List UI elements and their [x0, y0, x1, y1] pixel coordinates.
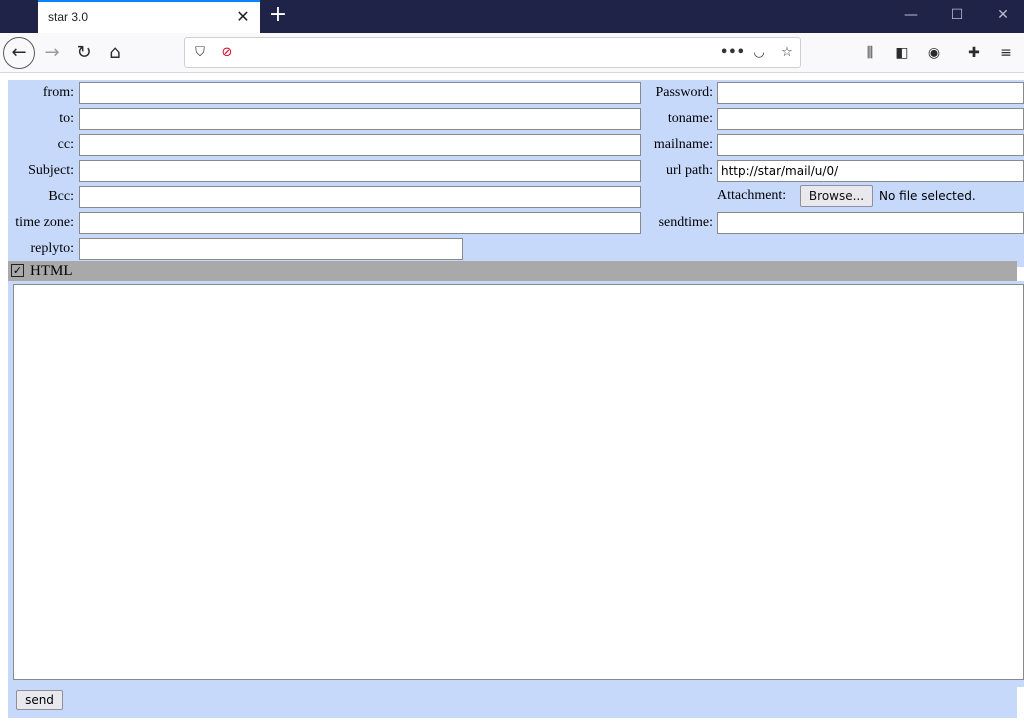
- attachment-status: No file selected.: [879, 189, 976, 203]
- replyto-input[interactable]: [79, 238, 463, 260]
- mailname-input[interactable]: [717, 134, 1024, 156]
- close-icon[interactable]: ✕: [234, 6, 252, 28]
- from-input[interactable]: [79, 82, 641, 104]
- compose-form: from: to: cc: Subject: Bcc: time zone: r…: [8, 80, 1024, 267]
- subject-label: Subject:: [28, 163, 74, 178]
- to-input[interactable]: [79, 108, 641, 130]
- time-zone-input[interactable]: [79, 212, 641, 234]
- gift-icon[interactable]: ✚: [962, 41, 986, 65]
- replyto-label: replyto:: [30, 241, 74, 256]
- url-path-label: url path:: [665, 163, 713, 178]
- maximize-icon[interactable]: ☐: [934, 0, 980, 30]
- password-input[interactable]: [717, 82, 1024, 104]
- from-label: from:: [42, 85, 74, 100]
- cc-input[interactable]: [79, 134, 641, 156]
- sidebar-icon[interactable]: ◧: [890, 41, 914, 65]
- home-icon[interactable]: ⌂: [99, 37, 131, 69]
- tab-title: star 3.0: [48, 10, 89, 24]
- url-bar[interactable]: ⛉ ⊘ ••• ◡ ☆: [184, 37, 801, 68]
- account-icon[interactable]: ◉: [922, 41, 946, 65]
- browser-tab[interactable]: star 3.0 ✕: [38, 0, 260, 33]
- attachment-label: Attachment:: [717, 188, 787, 203]
- time-zone-label: time zone:: [15, 215, 74, 230]
- reload-icon[interactable]: ↻: [68, 37, 100, 69]
- html-toggle-bar: ✓ HTML: [8, 261, 1017, 281]
- menu-icon[interactable]: ≡: [994, 41, 1018, 65]
- shield-icon[interactable]: ⛉: [189, 42, 211, 64]
- message-body-textarea[interactable]: [13, 284, 1024, 680]
- sendtime-label: sendtime:: [658, 215, 713, 230]
- star-icon[interactable]: ☆: [776, 42, 798, 64]
- library-icon[interactable]: ⫼: [858, 41, 882, 65]
- more-icon[interactable]: •••: [720, 42, 745, 64]
- bcc-input[interactable]: [79, 186, 641, 208]
- password-label: Password:: [655, 85, 713, 100]
- browser-navbar: ← → ↻ ⌂ ⛉ ⊘ ••• ◡ ☆ ⫼ ◧ ◉ ✚ ≡: [0, 33, 1024, 73]
- browser-titlebar: star 3.0 ✕ + — ☐ ✕: [0, 0, 1024, 33]
- url-path-input[interactable]: [717, 160, 1024, 182]
- toname-input[interactable]: [717, 108, 1024, 130]
- browse-button[interactable]: Browse...: [800, 185, 873, 207]
- sendtime-input[interactable]: [717, 212, 1024, 234]
- html-checkbox[interactable]: ✓: [11, 264, 24, 277]
- insecure-lock-icon[interactable]: ⊘: [216, 42, 238, 64]
- to-label: to:: [59, 111, 74, 126]
- toname-label: toname:: [667, 111, 713, 126]
- cc-label: cc:: [57, 137, 74, 152]
- mailname-label: mailname:: [653, 137, 713, 152]
- subject-input[interactable]: [79, 160, 641, 182]
- message-body-wrapper: [8, 281, 1024, 687]
- window-close-icon[interactable]: ✕: [980, 0, 1024, 30]
- bcc-label: Bcc:: [48, 189, 74, 204]
- forward-arrow-icon[interactable]: →: [36, 37, 68, 69]
- send-bar: send: [8, 680, 1017, 718]
- plus-icon[interactable]: +: [266, 3, 290, 29]
- send-button[interactable]: send: [16, 690, 63, 710]
- compose-page: from: to: cc: Subject: Bcc: time zone: r…: [0, 74, 1024, 725]
- back-arrow-icon[interactable]: ←: [3, 37, 35, 69]
- html-label[interactable]: HTML: [30, 262, 73, 280]
- pocket-icon[interactable]: ◡: [748, 42, 770, 64]
- minimize-icon[interactable]: —: [888, 0, 934, 30]
